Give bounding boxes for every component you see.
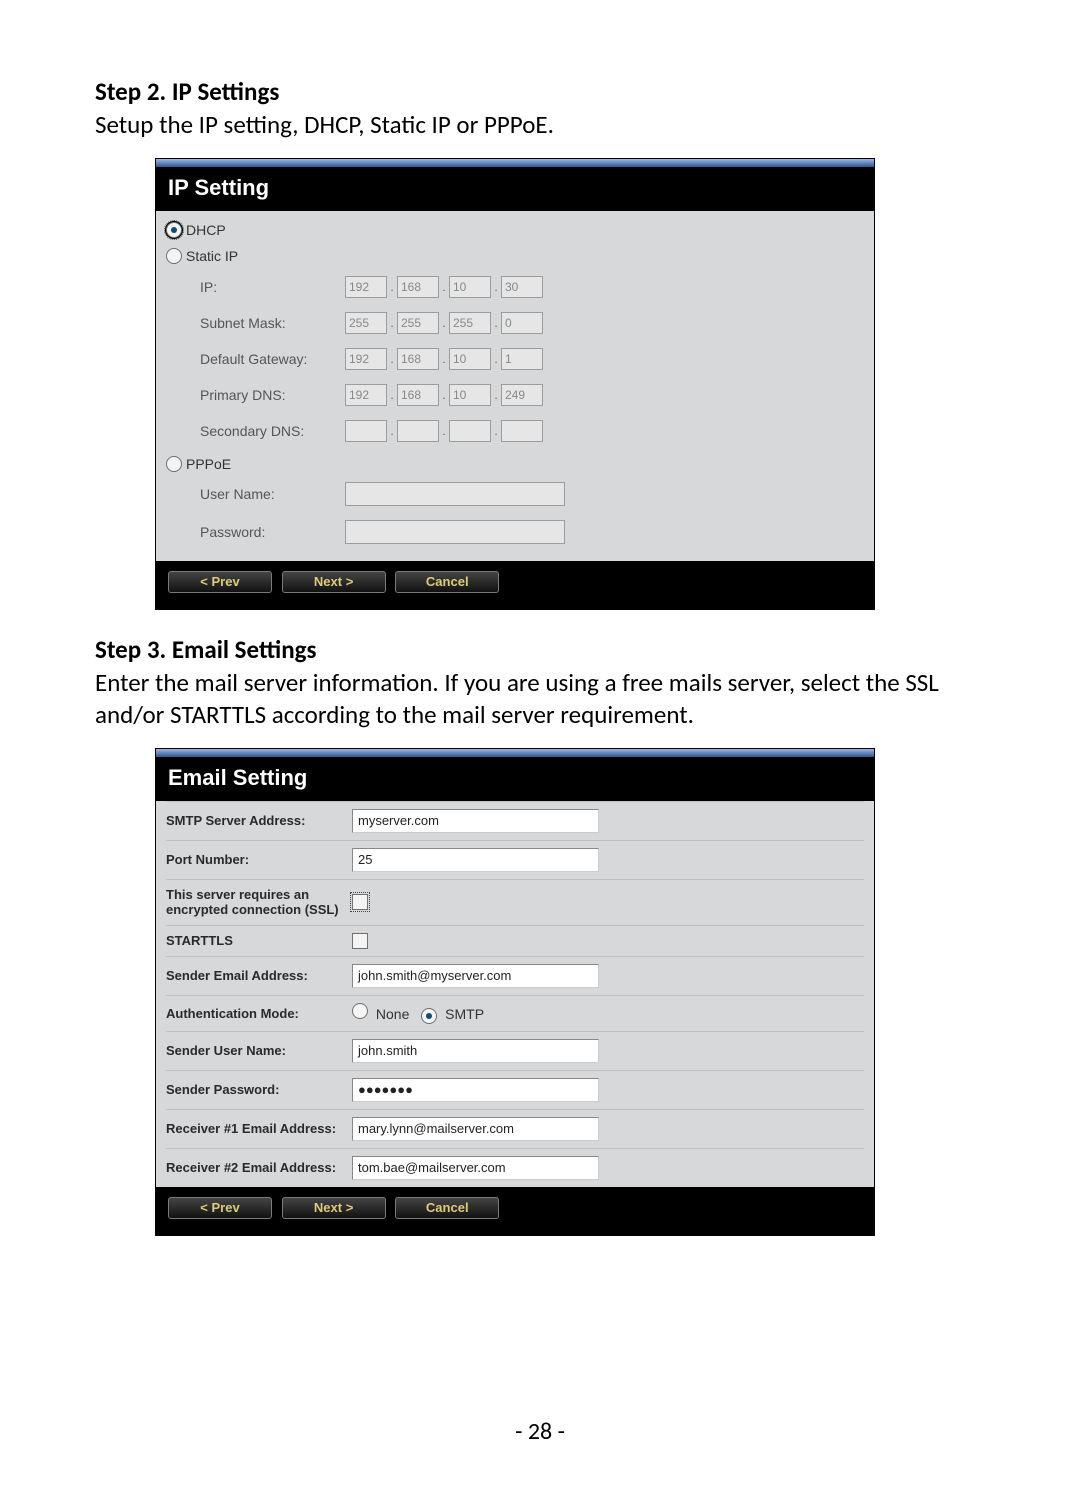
starttls-label: STARTTLS — [166, 933, 352, 948]
subnet-octet-2[interactable]: 255 — [397, 312, 439, 334]
next-button[interactable]: Next > — [282, 571, 386, 593]
pdns-field-label: Primary DNS: — [200, 387, 345, 403]
pppoe-username-input[interactable] — [345, 482, 565, 506]
pdns-octet-4[interactable]: 249 — [501, 384, 543, 406]
auth-smtp-label: SMTP — [445, 1006, 484, 1022]
gateway-octet-2[interactable]: 168 — [397, 348, 439, 370]
email-setting-panel: Email Setting SMTP Server Address: myser… — [155, 748, 875, 1236]
receiver2-label: Receiver #2 Email Address: — [166, 1160, 352, 1175]
prev-button[interactable]: < Prev — [168, 571, 272, 593]
auth-smtp-radio[interactable] — [421, 1008, 437, 1024]
panel-top-bar — [156, 159, 874, 167]
step3-description: Enter the mail server information. If yo… — [95, 667, 985, 730]
static-ip-label: Static IP — [186, 248, 238, 264]
pppoe-label: PPPoE — [186, 456, 231, 472]
ssl-checkbox[interactable] — [352, 894, 368, 910]
prev-button[interactable]: < Prev — [168, 1197, 272, 1219]
gateway-octet-4[interactable]: 1 — [501, 348, 543, 370]
subnet-field-label: Subnet Mask: — [200, 315, 345, 331]
sender-password-label: Sender Password: — [166, 1082, 352, 1097]
pdns-octet-2[interactable]: 168 — [397, 384, 439, 406]
step3-heading: Step 3. Email Settings — [95, 634, 985, 665]
panel-top-bar — [156, 749, 874, 757]
ssl-label: This server requires an encrypted connec… — [166, 887, 352, 918]
pdns-octet-3[interactable]: 10 — [449, 384, 491, 406]
pppoe-username-label: User Name: — [200, 486, 345, 502]
step2-description: Setup the IP setting, DHCP, Static IP or… — [95, 109, 985, 140]
subnet-octet-1[interactable]: 255 — [345, 312, 387, 334]
smtp-input[interactable]: myserver.com — [352, 809, 599, 833]
sdns-octet-2[interactable] — [397, 420, 439, 442]
pppoe-password-label: Password: — [200, 524, 345, 540]
subnet-octet-4[interactable]: 0 — [501, 312, 543, 334]
gateway-field-label: Default Gateway: — [200, 351, 345, 367]
next-button[interactable]: Next > — [282, 1197, 386, 1219]
ip-octet-1[interactable]: 192 — [345, 276, 387, 298]
receiver1-input[interactable]: mary.lynn@mailserver.com — [352, 1117, 599, 1141]
port-label: Port Number: — [166, 852, 352, 867]
sdns-octet-1[interactable] — [345, 420, 387, 442]
auth-mode-label: Authentication Mode: — [166, 1006, 352, 1021]
pppoe-password-input[interactable] — [345, 520, 565, 544]
step2-heading: Step 2. IP Settings — [95, 76, 985, 107]
ip-field-label: IP: — [200, 279, 345, 295]
cancel-button[interactable]: Cancel — [395, 571, 499, 593]
ip-octet-3[interactable]: 10 — [449, 276, 491, 298]
ip-panel-title: IP Setting — [156, 167, 874, 211]
static-ip-radio[interactable] — [166, 248, 182, 264]
starttls-checkbox[interactable] — [352, 933, 368, 949]
sender-user-label: Sender User Name: — [166, 1043, 352, 1058]
sdns-field-label: Secondary DNS: — [200, 423, 345, 439]
pdns-octet-1[interactable]: 192 — [345, 384, 387, 406]
sender-email-input[interactable]: john.smith@myserver.com — [352, 964, 599, 988]
sender-email-label: Sender Email Address: — [166, 968, 352, 983]
ip-octet-4[interactable]: 30 — [501, 276, 543, 298]
dhcp-label: DHCP — [186, 222, 226, 238]
sender-user-input[interactable]: john.smith — [352, 1039, 599, 1063]
receiver2-input[interactable]: tom.bae@mailserver.com — [352, 1156, 599, 1180]
auth-none-label: None — [376, 1006, 409, 1022]
dhcp-radio[interactable] — [166, 222, 182, 238]
ip-setting-panel: IP Setting DHCP Static IP IP: 192. 168. — [155, 158, 875, 610]
gateway-octet-3[interactable]: 10 — [449, 348, 491, 370]
sdns-octet-3[interactable] — [449, 420, 491, 442]
sdns-octet-4[interactable] — [501, 420, 543, 442]
receiver1-label: Receiver #1 Email Address: — [166, 1121, 352, 1136]
subnet-octet-3[interactable]: 255 — [449, 312, 491, 334]
smtp-label: SMTP Server Address: — [166, 813, 352, 828]
sender-password-input[interactable]: ●●●●●●● — [352, 1078, 599, 1102]
gateway-octet-1[interactable]: 192 — [345, 348, 387, 370]
email-panel-title: Email Setting — [156, 757, 874, 801]
cancel-button[interactable]: Cancel — [395, 1197, 499, 1219]
pppoe-radio[interactable] — [166, 456, 182, 472]
ip-octet-2[interactable]: 168 — [397, 276, 439, 298]
page-number: - 28 - — [0, 1417, 1080, 1446]
auth-none-radio[interactable] — [352, 1003, 368, 1019]
port-input[interactable]: 25 — [352, 848, 599, 872]
